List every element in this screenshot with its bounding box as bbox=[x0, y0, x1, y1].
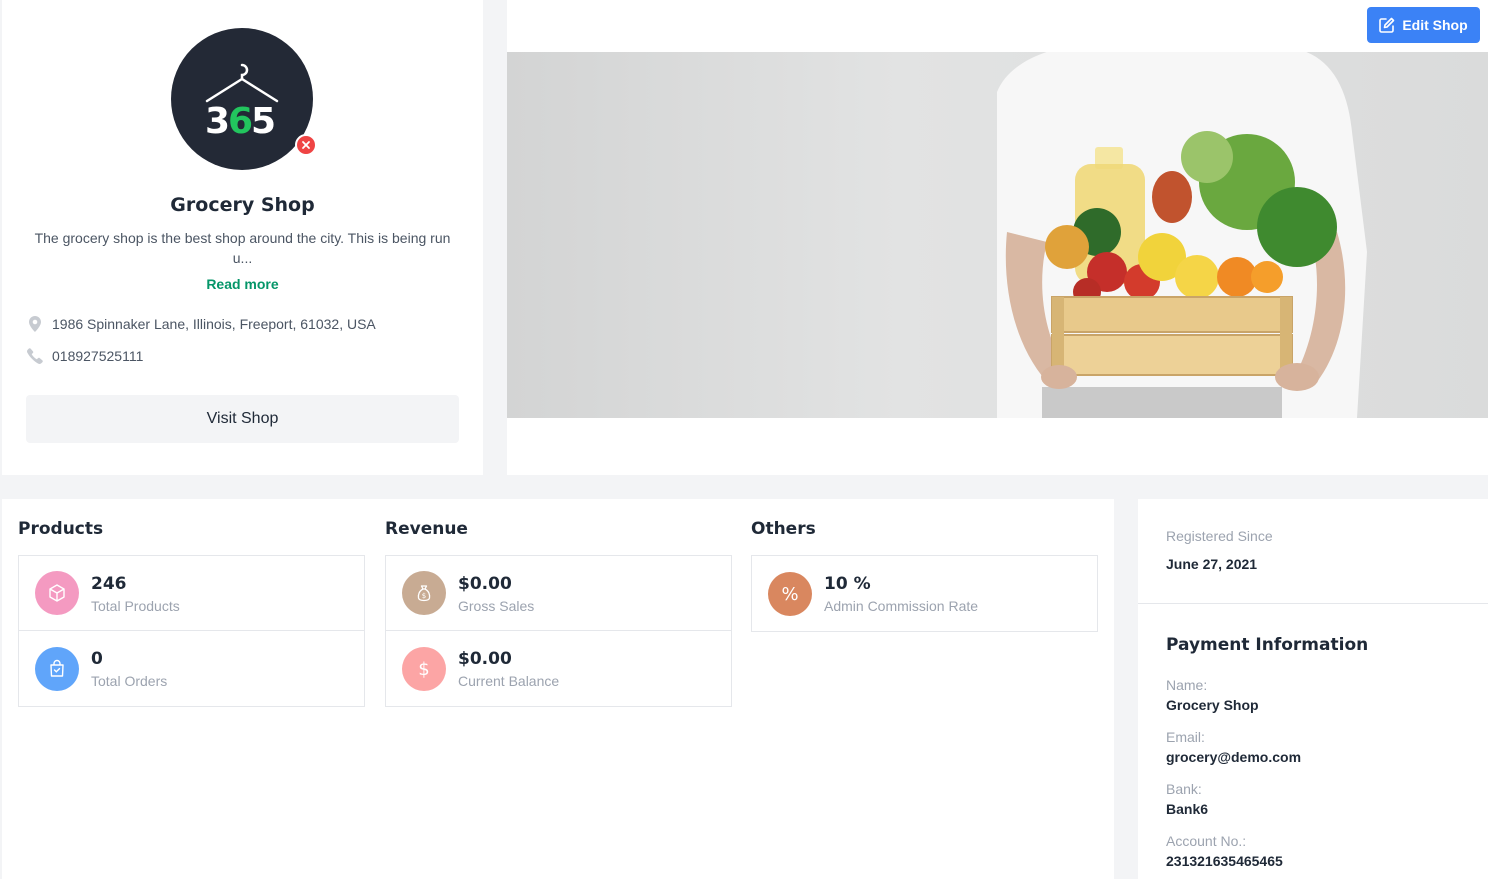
registered-since-value: June 27, 2021 bbox=[1166, 556, 1258, 572]
shop-banner-image bbox=[507, 52, 1488, 418]
logo-text-3: 3 bbox=[205, 101, 230, 139]
stat-current-balance: $ $0.00 Current Balance bbox=[386, 631, 731, 706]
read-more-link[interactable]: Read more bbox=[2, 276, 483, 292]
edit-shop-button[interactable]: Edit Shop bbox=[1367, 7, 1480, 43]
edit-shop-label: Edit Shop bbox=[1402, 17, 1468, 33]
gross-sales-label: Gross Sales bbox=[458, 597, 535, 614]
phone-icon bbox=[26, 347, 44, 365]
total-products-value: 246 bbox=[91, 573, 127, 594]
payment-name-value: Grocery Shop bbox=[1166, 697, 1259, 713]
products-title: Products bbox=[18, 519, 104, 539]
stat-admin-commission: % 10 % Admin Commission Rate bbox=[752, 556, 1097, 631]
shop-name: Grocery Shop bbox=[170, 194, 315, 216]
total-orders-value: 0 bbox=[91, 649, 103, 669]
revenue-title: Revenue bbox=[385, 519, 468, 539]
shop-banner-card: Edit Shop bbox=[507, 0, 1488, 475]
admin-commission-value: 10 % bbox=[824, 574, 871, 594]
svg-text:$: $ bbox=[418, 659, 429, 679]
svg-text:%: % bbox=[781, 584, 798, 604]
shop-address-row: 1986 Spinnaker Lane, Illinois, Freeport,… bbox=[26, 315, 376, 333]
edit-icon bbox=[1379, 17, 1395, 33]
close-icon bbox=[302, 141, 310, 149]
percent-icon: % bbox=[768, 571, 812, 616]
hanger-icon: 3 6 5 bbox=[205, 63, 279, 139]
others-stats-box: % 10 % Admin Commission Rate bbox=[751, 555, 1098, 632]
current-balance-value: $0.00 bbox=[458, 649, 512, 669]
shopping-bag-icon bbox=[35, 646, 79, 691]
products-stats-box: 246 Total Products 0 Total Orders bbox=[18, 555, 365, 707]
current-balance-label: Current Balance bbox=[458, 673, 560, 689]
location-pin-icon bbox=[26, 315, 44, 333]
shop-stats-card: Products 246 Total Products 0 Total Orde… bbox=[2, 499, 1114, 879]
visit-shop-button[interactable]: Visit Shop bbox=[26, 395, 459, 443]
shop-profile-card: 3 6 5 Grocery Shop The grocery shop is t… bbox=[2, 0, 483, 475]
stat-total-products: 246 Total Products bbox=[19, 556, 364, 631]
payment-name-label: Name: bbox=[1166, 677, 1208, 693]
shop-phone-row: 018927525111 bbox=[26, 347, 143, 365]
dollar-icon: $ bbox=[402, 646, 446, 691]
remove-logo-button[interactable] bbox=[295, 134, 317, 156]
registered-since-label: Registered Since bbox=[1166, 528, 1273, 544]
revenue-stats-box: $ $0.00 Gross Sales $ $0.00 Current Bala… bbox=[385, 555, 732, 707]
total-products-label: Total Products bbox=[91, 597, 180, 614]
others-title: Others bbox=[751, 519, 816, 539]
svg-text:$: $ bbox=[422, 592, 426, 600]
stat-gross-sales: $ $0.00 Gross Sales bbox=[386, 556, 731, 631]
payment-email-label: Email: bbox=[1166, 729, 1205, 745]
shop-info-card: Registered Since June 27, 2021 Payment I… bbox=[1138, 499, 1488, 879]
shop-logo: 3 6 5 bbox=[171, 28, 313, 170]
grocery-crate-illustration bbox=[997, 52, 1367, 418]
payment-info-title: Payment Information bbox=[1166, 635, 1369, 655]
admin-commission-label: Admin Commission Rate bbox=[824, 598, 979, 614]
payment-email-value: grocery@demo.com bbox=[1166, 749, 1302, 765]
gross-sales-value: $0.00 bbox=[458, 573, 512, 594]
shop-logo-wrapper: 3 6 5 bbox=[171, 28, 317, 170]
logo-text-6: 6 bbox=[228, 101, 253, 139]
shop-address: 1986 Spinnaker Lane, Illinois, Freeport,… bbox=[52, 316, 376, 332]
cube-icon bbox=[35, 571, 79, 615]
registered-section: Registered Since June 27, 2021 bbox=[1138, 499, 1488, 604]
payment-bank-label: Bank: bbox=[1166, 781, 1202, 797]
payment-account-value: 231321635465465 bbox=[1166, 853, 1283, 869]
payment-account-label: Account No.: bbox=[1166, 833, 1247, 849]
stat-total-orders: 0 Total Orders bbox=[19, 631, 364, 706]
money-bag-icon: $ bbox=[402, 571, 446, 615]
total-orders-label: Total Orders bbox=[91, 673, 168, 689]
logo-text-5: 5 bbox=[251, 101, 276, 139]
payment-bank-value: Bank6 bbox=[1166, 801, 1209, 817]
shop-phone: 018927525111 bbox=[52, 348, 144, 364]
shop-description: The grocery shop is the best shop around… bbox=[34, 230, 451, 266]
